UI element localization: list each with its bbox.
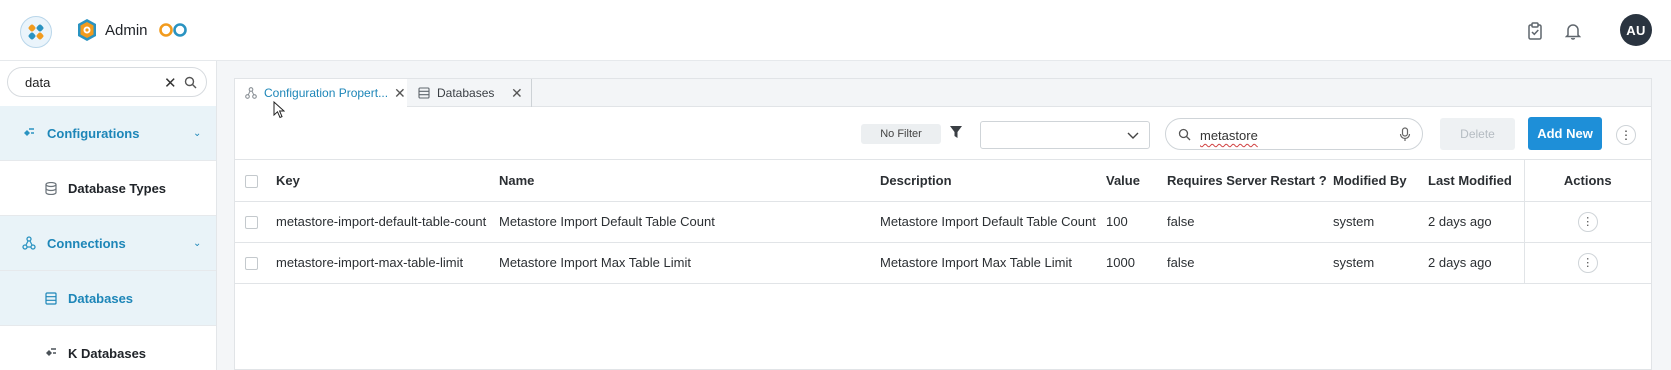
row-checkbox[interactable] [235, 201, 276, 243]
sidebar-item-k-databases[interactable]: K Databases [0, 326, 216, 370]
database-icon [44, 181, 58, 195]
cell-name: Metastore Import Default Table Count [499, 201, 880, 243]
table-header-row: Key Name Description Value Requires Serv… [235, 160, 1651, 202]
chevron-down-icon[interactable]: ⌄ [193, 238, 201, 249]
cell-key: metastore-import-max-table-limit [276, 242, 499, 284]
column-header-actions: Actions [1523, 160, 1651, 202]
toolbar: No Filter metastore Delete Add New ⋮ [235, 108, 1651, 160]
brand-label: Admin [105, 21, 148, 39]
plug-icon [44, 346, 58, 360]
cell-last-modified: 2 days ago [1428, 201, 1524, 243]
top-bar: Admin AU [0, 0, 1671, 61]
column-header-value[interactable]: Value [1106, 160, 1167, 202]
database-icon [44, 291, 58, 305]
filter-status-badge[interactable]: No Filter [861, 124, 941, 144]
filter-select[interactable] [980, 121, 1150, 149]
cell-requires-restart: false [1167, 242, 1333, 284]
column-header-requires-restart[interactable]: Requires Server Restart ? [1167, 160, 1333, 202]
column-header-modified-by[interactable]: Modified By [1333, 160, 1428, 202]
add-new-button[interactable]: Add New [1528, 117, 1602, 150]
sidebar-item-database-types[interactable]: Database Types [0, 161, 216, 216]
sidebar-item-label: K Databases [68, 345, 147, 361]
row-actions-cell: ⋮ [1523, 242, 1651, 284]
search-icon[interactable] [184, 76, 197, 89]
cell-value: 100 [1106, 201, 1167, 243]
sidebar-search-input[interactable]: data ✕ [7, 67, 207, 97]
row-actions-cell: ⋮ [1523, 201, 1651, 243]
clear-search-icon[interactable]: ✕ [164, 74, 177, 92]
row-more-options-icon[interactable]: ⋮ [1577, 252, 1598, 273]
tab-databases[interactable]: Databases ✕ [408, 79, 532, 107]
sidebar-item-connections[interactable]: Connections ⌄ [0, 216, 216, 271]
plug-icon [22, 126, 36, 140]
cell-value: 1000 [1106, 242, 1167, 284]
cell-name: Metastore Import Max Table Limit [499, 242, 880, 284]
admin-shield-icon [78, 19, 96, 41]
clipboard-check-icon[interactable] [1525, 21, 1545, 41]
close-icon[interactable]: ✕ [394, 85, 406, 102]
column-header-key[interactable]: Key [276, 160, 499, 202]
tab-label: Configuration Propert... [264, 86, 389, 100]
brand[interactable]: Admin [75, 18, 148, 42]
column-header-last-modified[interactable]: Last Modified [1428, 160, 1524, 202]
sidebar-item-label: Connections [47, 235, 126, 251]
app-launcher-icon[interactable] [20, 16, 52, 48]
bell-icon[interactable] [1563, 21, 1583, 41]
sidebar: data ✕ Configurations ⌄ Database Types C… [0, 61, 217, 370]
search-icon [1178, 128, 1191, 141]
more-options-icon[interactable]: ⋮ [1616, 125, 1636, 145]
main-panel: Configuration Propert... ✕ Databases ✕ N… [234, 78, 1652, 370]
chevron-down-icon [1127, 132, 1139, 139]
cell-description: Metastore Import Max Table Limit [880, 242, 1106, 284]
sidebar-item-label: Databases [68, 290, 134, 306]
config-properties-table: Key Name Description Value Requires Serv… [235, 160, 1651, 284]
select-all-checkbox[interactable] [235, 160, 276, 202]
database-icon [418, 87, 430, 99]
filter-icon[interactable] [949, 125, 963, 139]
tab-strip: Configuration Propert... ✕ Databases ✕ [235, 79, 1651, 108]
cell-key: metastore-import-default-table-count [276, 201, 499, 243]
microphone-icon[interactable] [1399, 127, 1411, 142]
table-row[interactable]: metastore-import-default-table-count Met… [235, 201, 1651, 243]
sidebar-item-databases[interactable]: Databases [0, 271, 216, 326]
qo-logo-icon [159, 23, 187, 37]
delete-button[interactable]: Delete [1440, 118, 1515, 150]
sidebar-item-configurations[interactable]: Configurations ⌄ [0, 106, 216, 161]
chevron-down-icon[interactable]: ⌄ [193, 128, 201, 139]
cell-modified-by: system [1333, 201, 1428, 243]
column-header-description[interactable]: Description [880, 160, 1106, 202]
table-search-value: metastore [1200, 128, 1258, 143]
network-icon [22, 236, 36, 250]
tab-configuration-properties[interactable]: Configuration Propert... ✕ [235, 79, 407, 108]
network-icon [245, 87, 257, 99]
close-icon[interactable]: ✕ [511, 85, 523, 102]
tab-label: Databases [437, 86, 495, 100]
sidebar-item-label: Configurations [47, 125, 140, 141]
row-checkbox[interactable] [235, 242, 276, 284]
sidebar-search-value: data [25, 75, 51, 90]
mouse-cursor-icon [273, 101, 285, 119]
column-header-name[interactable]: Name [499, 160, 880, 202]
row-more-options-icon[interactable]: ⋮ [1577, 211, 1598, 232]
table-row[interactable]: metastore-import-max-table-limit Metasto… [235, 242, 1651, 284]
cell-modified-by: system [1333, 242, 1428, 284]
avatar[interactable]: AU [1620, 14, 1652, 46]
table-search-input[interactable]: metastore [1165, 118, 1423, 150]
cell-description: Metastore Import Default Table Count [880, 201, 1106, 243]
cell-last-modified: 2 days ago [1428, 242, 1524, 284]
cell-requires-restart: false [1167, 201, 1333, 243]
sidebar-item-label: Database Types [68, 180, 167, 196]
